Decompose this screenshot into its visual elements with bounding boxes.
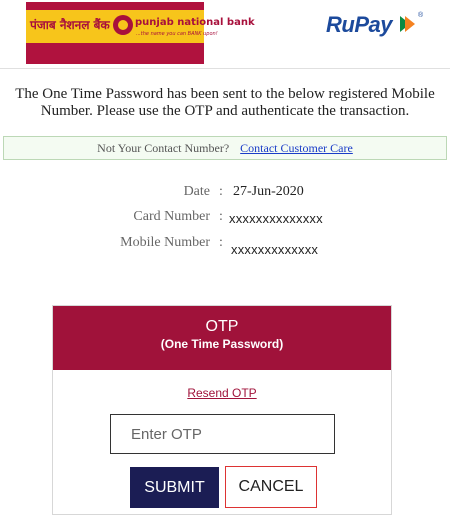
bank-tagline: ...the name you can BANK upon!	[136, 31, 218, 37]
mobile-number-label: Mobile Number	[120, 235, 210, 250]
pnb-logo: पंजाब नैशनल बैंक punjab national bank ..…	[26, 2, 255, 64]
bank-name-hindi: पंजाब नैशनल बैंक	[30, 18, 110, 32]
card-number-colon: :	[219, 209, 223, 224]
rupay-wordmark: RuPay	[326, 12, 392, 37]
resend-otp-link[interactable]: Resend OTP	[53, 386, 391, 400]
contact-question: Not Your Contact Number?	[97, 141, 230, 155]
otp-panel: OTP (One Time Password) Resend OTP SUBMI…	[52, 305, 392, 515]
registered-mark: ®	[418, 12, 423, 19]
rupay-logo: RuPay ®	[326, 12, 423, 38]
card-number-label: Card Number	[133, 209, 210, 224]
contact-bar: Not Your Contact Number? Contact Custome…	[3, 136, 447, 160]
pnb-emblem-icon	[113, 15, 133, 35]
rupay-orange-arrow-icon	[405, 16, 415, 32]
otp-title: OTP	[205, 318, 239, 335]
otp-input[interactable]	[110, 414, 335, 454]
date-value: 27-Jun-2020	[233, 184, 304, 199]
otp-panel-header: OTP (One Time Password)	[53, 306, 391, 370]
date-colon: :	[219, 184, 223, 199]
mobile-number-colon: :	[219, 235, 223, 250]
header-divider	[0, 68, 450, 69]
mobile-number-value: xxxxxxxxxxxxx	[231, 242, 319, 257]
card-number-value: xxxxxxxxxxxxxx	[229, 211, 323, 226]
otp-sent-message: The One Time Password has been sent to t…	[15, 86, 435, 119]
contact-customer-care-link[interactable]: Contact Customer Care	[240, 141, 353, 155]
cancel-button[interactable]: CANCEL	[225, 466, 317, 508]
submit-button[interactable]: SUBMIT	[130, 467, 219, 508]
otp-subtitle: (One Time Password)	[160, 337, 284, 351]
bank-name-english: punjab national bank	[135, 17, 255, 28]
page-header: पंजाब नैशनल बैंक punjab national bank ..…	[0, 0, 450, 68]
date-label: Date	[183, 184, 210, 199]
